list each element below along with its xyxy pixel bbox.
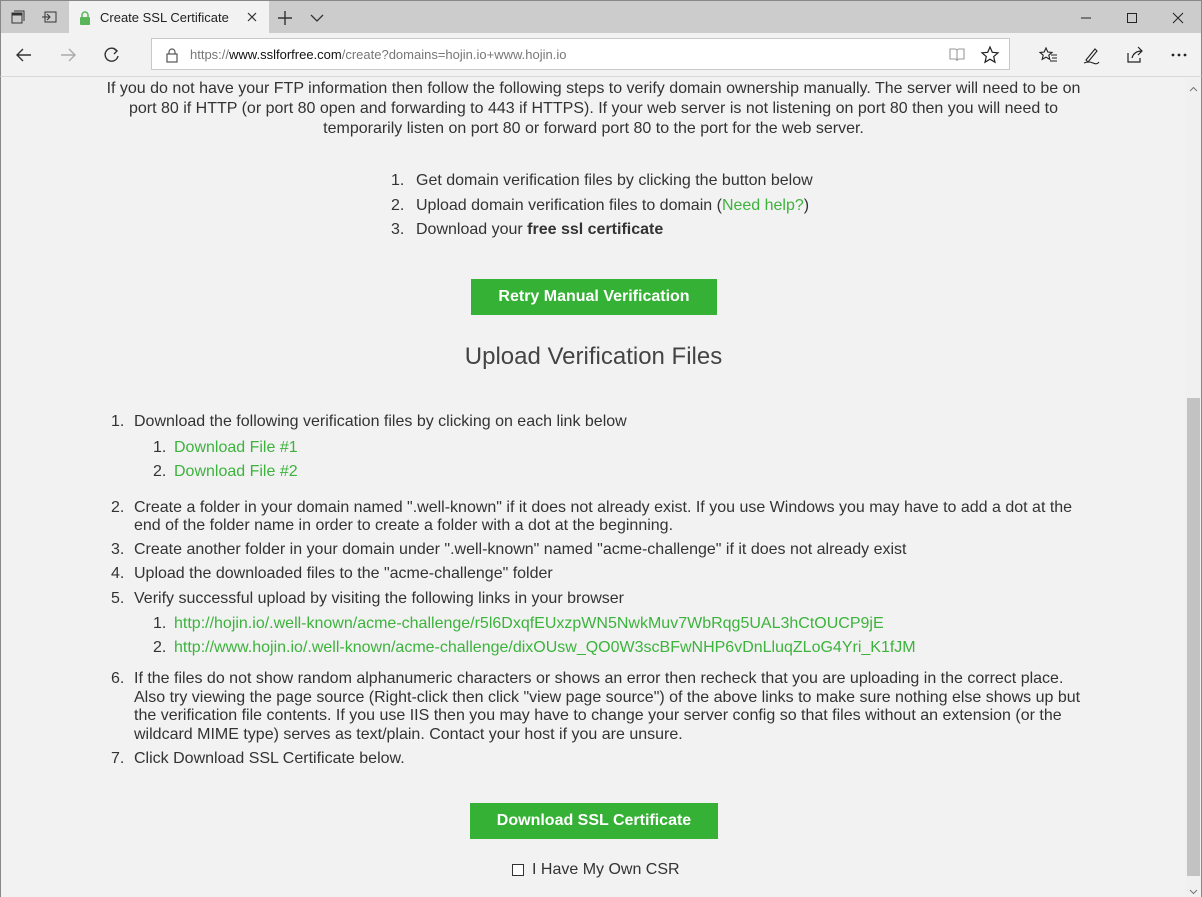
refresh-icon[interactable] bbox=[98, 41, 126, 69]
url-prefix: https:// bbox=[190, 47, 230, 62]
list-item: 3. Create another folder in your domain u… bbox=[111, 541, 1086, 560]
forward-arrow-icon[interactable] bbox=[54, 41, 82, 69]
own-csr-label-text: I Have My Own CSR bbox=[532, 861, 680, 878]
upload-instructions-list: 1. Download the following verification fi… bbox=[111, 413, 1086, 769]
list-item: 1. Download the following verification fi… bbox=[111, 413, 1086, 432]
download-file-1-link[interactable]: Download File #1 bbox=[174, 439, 298, 456]
web-note-pen-icon[interactable] bbox=[1077, 41, 1105, 69]
chevron-down-icon[interactable] bbox=[307, 8, 327, 28]
url-path: /create?domains=hojin.io+www.hojin.io bbox=[341, 47, 567, 62]
item-number: 1. bbox=[153, 438, 167, 456]
download-ssl-certificate-button[interactable]: Download SSL Certificate bbox=[470, 803, 718, 839]
favorite-star-icon[interactable] bbox=[980, 45, 1000, 65]
step-text: Download your bbox=[416, 221, 528, 238]
list-item: 2. Create a folder in your domain named "… bbox=[111, 499, 1086, 536]
lock-icon bbox=[165, 47, 179, 63]
section-title: Upload Verification Files bbox=[464, 343, 723, 370]
list-item: 5. Verify successful upload by visiting t… bbox=[111, 590, 1086, 609]
step-3: 3. Download your free ssl certificate bbox=[391, 220, 813, 245]
step-2: 2. Upload domain verification files to do… bbox=[391, 196, 813, 221]
favorites-hub-icon[interactable] bbox=[1034, 41, 1062, 69]
item-text: Verify successful upload by visiting the… bbox=[134, 589, 625, 607]
item-number: 4. bbox=[111, 565, 125, 582]
tab-groups-icon[interactable] bbox=[7, 7, 29, 27]
navigation-bar: https://www.sslforfree.com/create?domain… bbox=[0, 33, 1202, 77]
step-text: Get domain verification files by clickin… bbox=[416, 172, 813, 189]
step-bold-text: free ssl certificate bbox=[527, 221, 664, 238]
scroll-down-icon[interactable] bbox=[1189, 883, 1198, 895]
item-number: 6. bbox=[111, 670, 125, 687]
page-viewport: If you do not have your FTP information … bbox=[0, 77, 1185, 897]
item-text: Create a folder in your domain named ".w… bbox=[134, 498, 1073, 535]
lock-favicon-icon bbox=[79, 10, 91, 25]
step-number: 1. bbox=[391, 172, 405, 189]
own-csr-checkbox-label[interactable]: I Have My Own CSR bbox=[512, 861, 680, 879]
more-menu-icon[interactable] bbox=[1165, 41, 1193, 69]
item-number: 3. bbox=[111, 540, 125, 558]
item-text: Click Download SSL Certificate below. bbox=[134, 750, 405, 767]
retry-manual-verification-button[interactable]: Retry Manual Verification bbox=[471, 279, 717, 315]
item-number: 2. bbox=[153, 462, 167, 480]
item-number: 2. bbox=[111, 498, 125, 516]
url-text: https://www.sslforfree.com/create?domain… bbox=[190, 47, 566, 62]
maximize-icon[interactable] bbox=[1109, 1, 1155, 34]
verification-link-1[interactable]: http://hojin.io/.well-known/acme-challen… bbox=[174, 615, 884, 632]
verification-link-2[interactable]: http://www.hojin.io/.well-known/acme-cha… bbox=[174, 639, 916, 656]
step-text-end: ) bbox=[803, 196, 810, 214]
need-help-link[interactable]: Need help? bbox=[722, 197, 804, 214]
reading-view-icon[interactable] bbox=[948, 46, 966, 64]
sub-list-item: 2. http://www.hojin.io/.well-known/acme-c… bbox=[111, 638, 1086, 662]
back-arrow-icon[interactable] bbox=[10, 41, 38, 69]
minimize-icon[interactable] bbox=[1063, 1, 1109, 34]
list-item: 7. Click Download SSL Certificate below. bbox=[111, 750, 1086, 769]
share-icon[interactable] bbox=[1121, 41, 1149, 69]
item-text: Upload the downloaded files to the "acme… bbox=[134, 565, 553, 582]
item-text: Create another folder in your domain und… bbox=[134, 540, 907, 558]
steps-list: 1. Get domain verification files by click… bbox=[391, 171, 813, 245]
url-domain: www.sslforfree.com bbox=[229, 47, 342, 62]
item-number: 7. bbox=[111, 750, 125, 767]
own-csr-checkbox[interactable] bbox=[512, 864, 524, 876]
list-item: 4. Upload the downloaded files to the "ac… bbox=[111, 565, 1086, 584]
set-aside-tabs-icon[interactable] bbox=[38, 7, 60, 27]
sub-list-item: 1. http://hojin.io/.well-known/acme-chall… bbox=[111, 614, 1086, 638]
new-tab-icon[interactable] bbox=[275, 8, 295, 28]
item-number: 5. bbox=[111, 589, 125, 607]
address-bar[interactable]: https://www.sslforfree.com/create?domain… bbox=[151, 38, 1010, 70]
tab-title: Create SSL Certificate bbox=[100, 10, 229, 25]
step-number: 2. bbox=[391, 196, 405, 214]
intro-text: If you do not have your FTP information … bbox=[106, 80, 1081, 137]
sub-list-item: 1. Download File #1 bbox=[111, 438, 1086, 462]
item-number: 1. bbox=[153, 615, 167, 632]
vertical-scrollbar[interactable] bbox=[1185, 77, 1202, 897]
tab-bar: Create SSL Certificate bbox=[0, 0, 1202, 34]
tab-close-icon[interactable] bbox=[245, 10, 259, 24]
step-number: 3. bbox=[391, 221, 405, 238]
window-close-icon[interactable] bbox=[1155, 1, 1201, 34]
item-number: 2. bbox=[153, 639, 167, 656]
download-file-2-link[interactable]: Download File #2 bbox=[174, 463, 298, 480]
item-text: If the files do not show random alphanum… bbox=[134, 670, 1081, 743]
item-text: Download the following verification file… bbox=[134, 413, 627, 430]
step-text: Upload domain verification files to doma… bbox=[416, 196, 722, 214]
step-1: 1. Get domain verification files by click… bbox=[391, 171, 813, 196]
sub-list-item: 2. Download File #2 bbox=[111, 462, 1086, 486]
item-number: 1. bbox=[111, 413, 125, 430]
scrollbar-thumb[interactable] bbox=[1187, 398, 1200, 876]
tab-active[interactable]: Create SSL Certificate bbox=[69, 1, 269, 34]
scroll-up-icon[interactable] bbox=[1189, 81, 1198, 92]
list-item: 6. If the files do not show random alphan… bbox=[111, 670, 1086, 744]
